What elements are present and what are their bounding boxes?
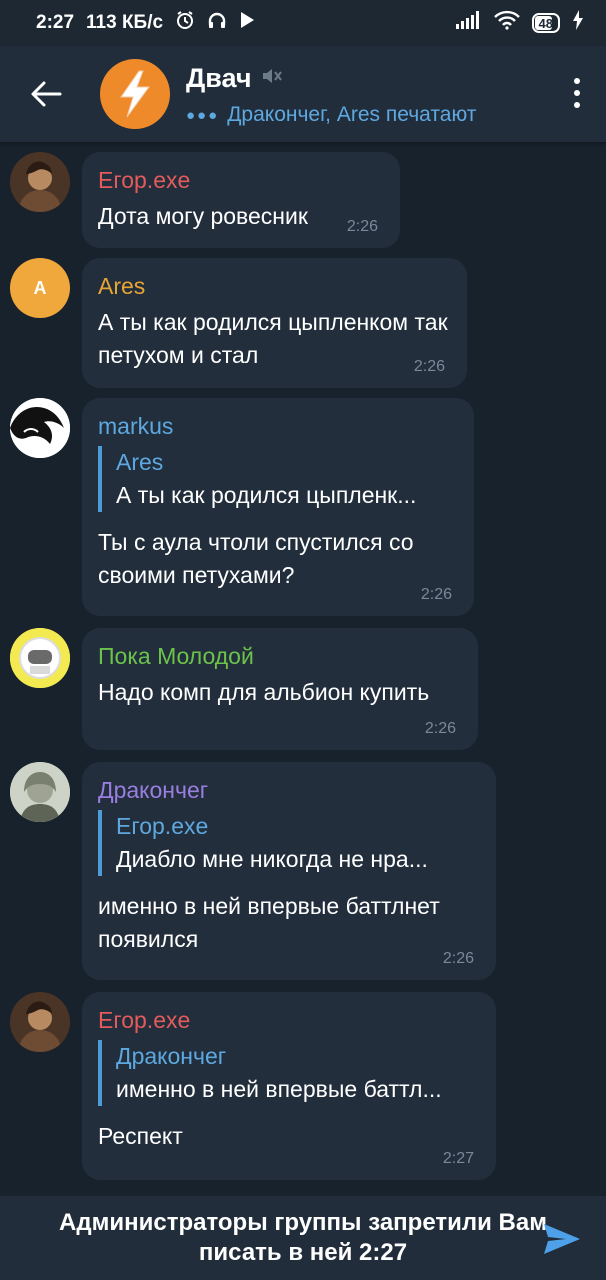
user-avatar[interactable] [10,398,70,458]
reply-sender: Ares [116,449,164,475]
reply-text: Диабло мне никогда не нра... [116,846,428,872]
message-text: именно в ней впервые баттлнет появился [98,893,440,952]
message-list[interactable]: Егор.exe Дота могу ровесник 2:26 A Ares … [0,142,606,1196]
ink-drawing-icon [10,398,70,458]
menu-dot-icon [574,78,580,84]
menu-dot-icon [574,90,580,96]
muted-icon [260,63,282,94]
typing-status-row: ●●● Дракончег, Ares печатают [186,103,476,127]
message-text: Дота могу ровесник [98,203,308,229]
battery-indicator: 48 [531,13,560,33]
astronaut-icon [10,628,70,688]
back-button[interactable] [0,46,92,142]
message-text: Ты с аула чтоли спустился со своими пету… [98,529,414,588]
send-button[interactable] [542,1222,582,1261]
wifi-icon [493,10,520,36]
message-text: А ты как родился цыпленком так петухом и… [98,309,448,368]
reply-quote[interactable]: Егор.exe Диабло мне никогда не нра... [98,810,478,876]
user-avatar[interactable] [10,628,70,688]
send-icon [544,1224,580,1254]
headphones-icon [207,10,227,36]
reply-sender: Дракончег [116,1043,227,1069]
user-avatar[interactable] [10,762,70,822]
group-avatar[interactable] [100,59,170,129]
sender-name: Егор.exe [98,1007,191,1033]
chat-header: Двач ●●● Дракончег, Ares печатают [0,46,606,142]
message-bubble[interactable]: Егор.exe Дракончег именно в ней впервые … [82,992,496,1180]
reply-sender: Егор.exe [116,813,209,839]
message-bubble[interactable]: markus Ares А ты как родился цыпленк... … [82,398,474,616]
status-time: 2:27 [36,12,75,33]
franklin-portrait-icon [10,762,70,822]
signal-icon [455,11,482,35]
message-text: Респект [98,1123,183,1149]
message-bubble[interactable]: Пока Молодой Надо комп для альбион купит… [82,628,478,750]
typing-dots-icon: ●●● [186,106,220,124]
person-photo-icon [10,152,70,212]
sender-name: markus [98,413,174,439]
message-bubble[interactable]: Ares А ты как родился цыпленком так пету… [82,258,467,388]
avatar-letter: A [33,277,47,298]
status-bar: 2:27 113 КБ/с 48 [0,0,606,46]
message-time: 2:26 [442,950,474,967]
reply-text: именно в ней впервые баттл... [116,1076,442,1102]
message-bubble[interactable]: Егор.exe Дота могу ровесник 2:26 [82,152,400,248]
charging-icon [572,10,584,36]
restriction-bar: Администраторы группы запретили Вам писа… [0,1196,606,1280]
chat-title-block[interactable]: Двач ●●● Дракончег, Ares печатают [186,61,476,127]
message-text: Надо комп для альбион купить [98,679,430,705]
user-avatar[interactable] [10,992,70,1052]
menu-dot-icon [574,102,580,108]
more-menu-button[interactable] [574,78,580,108]
alarm-icon [175,10,195,36]
user-avatar[interactable] [10,152,70,212]
sender-name: Пока Молодой [98,643,254,669]
group-title-row: Двач [186,61,476,95]
message-time: 2:26 [424,720,456,737]
reply-quote[interactable]: Ares А ты как родился цыпленк... [98,446,456,512]
sender-name: Ares [98,273,146,299]
group-title: Двач [186,62,252,93]
lightning-icon [120,70,150,118]
message-time: 2:26 [413,358,445,375]
sender-name: Дракончег [98,777,209,803]
message-time: 2:26 [420,586,452,603]
reply-text: А ты как родился цыпленк... [116,482,417,508]
reply-quote[interactable]: Дракончег именно в ней впервые баттл... [98,1040,478,1106]
typing-status: Дракончег, Ares печатают [227,103,477,126]
message-time: 2:27 [442,1150,474,1167]
play-icon [239,11,255,35]
message-bubble[interactable]: Дракончег Егор.exe Диабло мне никогда не… [82,762,496,980]
sender-name: Егор.exe [98,167,191,193]
user-avatar[interactable]: A [10,258,70,318]
back-arrow-icon [31,81,62,107]
person-photo-icon [10,992,70,1052]
restriction-text: Администраторы группы запретили Вам писа… [59,1209,547,1266]
network-speed: 113 КБ/с [86,12,164,33]
telegram-chat-screen: 2:27 113 КБ/с 48 Двач ●●● Дракончег, Are… [0,0,606,1280]
message-time: 2:26 [346,218,378,235]
